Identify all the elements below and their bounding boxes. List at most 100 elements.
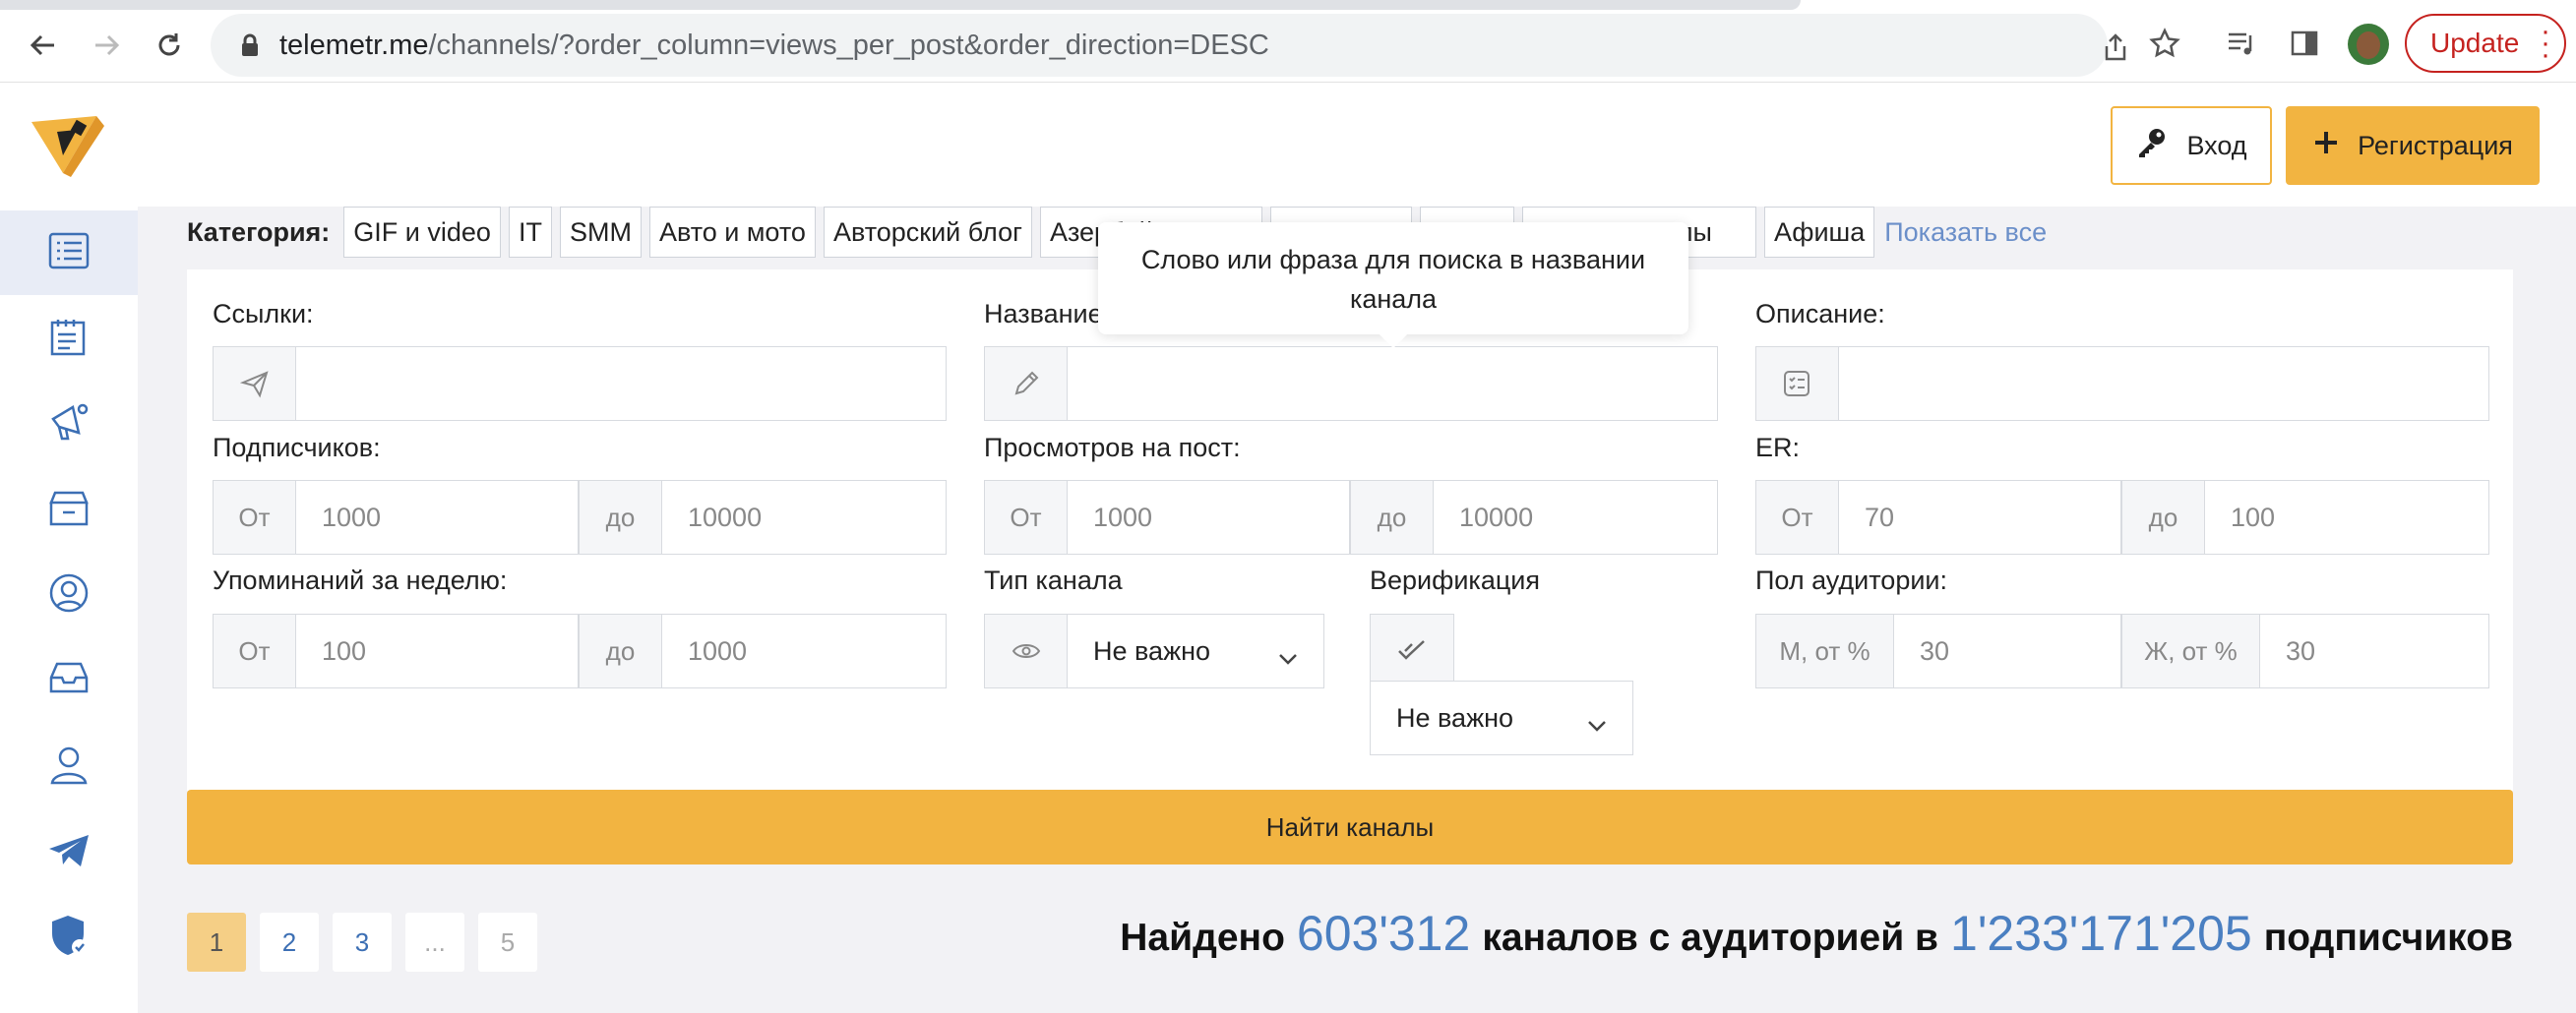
links-input[interactable]	[296, 347, 946, 420]
channel-type-label: Тип канала	[984, 566, 1123, 595]
page-button[interactable]: 3	[333, 913, 392, 972]
category-chip[interactable]: Авто и мото	[648, 207, 816, 258]
category-label: Категория:	[187, 216, 331, 247]
from-addon: От	[214, 615, 296, 687]
side-panel-icon[interactable]	[2287, 26, 2322, 61]
sidebar-item-users[interactable]	[0, 724, 138, 808]
sidebar-item-verified[interactable]	[0, 895, 138, 980]
address-bar[interactable]: telemetr.me/channels/?order_column=views…	[211, 14, 2126, 77]
male-percent-field[interactable]: М, от % 30	[1755, 614, 2121, 688]
bookmark-star-icon[interactable]	[2147, 26, 2182, 61]
eye-icon	[985, 615, 1068, 687]
support-agent-icon	[47, 571, 91, 620]
subscribers-to-field[interactable]: до 10000	[579, 480, 947, 555]
reload-icon[interactable]	[144, 20, 195, 71]
category-chip[interactable]: SMM	[559, 207, 642, 258]
sidebar-item-support[interactable]	[0, 553, 138, 637]
subscribers-label: Подписчиков:	[213, 433, 381, 462]
mentions-from-input[interactable]: 100	[296, 615, 578, 687]
mentions-to-input[interactable]: 1000	[662, 615, 946, 687]
category-chip[interactable]: Авторский блог	[823, 207, 1032, 258]
subscribers-to-input[interactable]: 10000	[662, 481, 946, 554]
mentions-to-field[interactable]: до 1000	[579, 614, 947, 688]
er-from-input[interactable]: 70	[1839, 481, 2120, 554]
to-addon: до	[1351, 481, 1434, 554]
er-from-field[interactable]: От 70	[1755, 480, 2121, 555]
category-chip[interactable]: Афиша	[1763, 207, 1875, 258]
sidebar-item-mentions[interactable]	[0, 382, 138, 466]
reading-list-icon[interactable]	[2224, 26, 2259, 61]
category-chip[interactable]: GIF и video	[343, 207, 501, 258]
tooltip-text: Слово или фраза для поиска в названии ка…	[1140, 245, 1646, 314]
channel-type-value[interactable]: Не важно	[1068, 615, 1323, 687]
mentions-from-field[interactable]: От 100	[213, 614, 579, 688]
er-to-input[interactable]: 100	[2205, 481, 2488, 554]
subscribers-from-field[interactable]: От 1000	[213, 480, 579, 555]
browser-toolbar: telemetr.me/channels/?order_column=views…	[0, 0, 2576, 83]
verification-addon	[1370, 614, 1454, 688]
views-from-field[interactable]: От 1000	[984, 480, 1350, 555]
male-addon: М, от %	[1756, 615, 1894, 687]
user-icon	[47, 744, 91, 790]
name-input[interactable]	[1068, 347, 1717, 420]
search-hint-tooltip: Слово или фраза для поиска в названии ка…	[1098, 222, 1688, 349]
more-menu-icon[interactable]: · · ·	[2541, 17, 2550, 70]
subscribers-from-input[interactable]: 1000	[296, 481, 578, 554]
back-icon[interactable]	[18, 20, 69, 71]
result-middle: каналов с аудиторией в	[1482, 917, 1939, 959]
male-percent-input[interactable]: 30	[1894, 615, 2120, 687]
login-button[interactable]: Вход	[2111, 106, 2272, 185]
description-field[interactable]	[1755, 346, 2489, 421]
shield-check-icon	[48, 914, 90, 962]
verification-label: Верификация	[1370, 566, 1541, 595]
forward-icon[interactable]	[81, 20, 132, 71]
megaphone-icon	[47, 401, 91, 447]
er-to-field[interactable]: до 100	[2121, 480, 2489, 555]
female-percent-field[interactable]: Ж, от % 30	[2121, 614, 2489, 688]
show-all-link[interactable]: Показать все	[1884, 217, 2047, 248]
sidebar-item-channels[interactable]	[0, 210, 138, 295]
result-prefix: Найдено	[1120, 917, 1285, 959]
tab-strip	[0, 0, 1801, 10]
category-chip[interactable]: IT	[508, 207, 552, 258]
filter-card: Ссылки: Название Описание: Подписчиков: …	[187, 269, 2513, 791]
chevron-down-icon	[1278, 642, 1298, 673]
verification-value[interactable]: Не важно	[1371, 682, 1632, 754]
name-field[interactable]	[984, 346, 1718, 421]
views-to-field[interactable]: до 10000	[1350, 480, 1718, 555]
update-button[interactable]: Update · · ·	[2405, 14, 2566, 73]
pagination: 1 2 3 ... 5	[187, 913, 537, 972]
channel-type-select[interactable]: Не важно	[984, 614, 1324, 688]
sidebar-item-telegram[interactable]	[0, 810, 138, 895]
login-label: Вход	[2186, 130, 2247, 160]
list-icon	[47, 231, 91, 275]
update-label: Update	[2430, 28, 2520, 58]
sidebar-item-archive[interactable]	[0, 468, 138, 553]
subscribers-count: 1'233'171'205	[1950, 906, 2252, 961]
page-ellipsis: ...	[405, 913, 464, 972]
sidebar-item-inbox[interactable]	[0, 637, 138, 722]
profile-avatar[interactable]	[2348, 24, 2389, 65]
register-button[interactable]: Регистрация	[2286, 106, 2540, 185]
mentions-label: Упоминаний за неделю:	[213, 566, 508, 595]
telemetr-logo[interactable]	[28, 112, 108, 181]
from-addon: От	[214, 481, 296, 554]
page-button[interactable]: 5	[478, 913, 537, 972]
find-channels-button[interactable]: Найти каналы	[187, 790, 2513, 864]
views-to-input[interactable]: 10000	[1434, 481, 1717, 554]
description-input[interactable]	[1839, 347, 2488, 420]
share-icon[interactable]	[2098, 30, 2133, 65]
links-label: Ссылки:	[213, 299, 314, 328]
name-label: Название	[984, 299, 1103, 328]
links-field[interactable]	[213, 346, 947, 421]
sidebar-item-posts[interactable]	[0, 297, 138, 382]
page-button[interactable]: 2	[260, 913, 319, 972]
views-from-input[interactable]: 1000	[1068, 481, 1349, 554]
url-text: telemetr.me/channels/?order_column=views…	[279, 30, 1269, 61]
verification-select[interactable]: Не важно	[1370, 681, 1633, 755]
views-label: Просмотров на пост:	[984, 433, 1241, 462]
page-button[interactable]: 1	[187, 913, 246, 972]
from-addon: От	[985, 481, 1068, 554]
female-percent-input[interactable]: 30	[2260, 615, 2488, 687]
to-addon: до	[580, 481, 662, 554]
